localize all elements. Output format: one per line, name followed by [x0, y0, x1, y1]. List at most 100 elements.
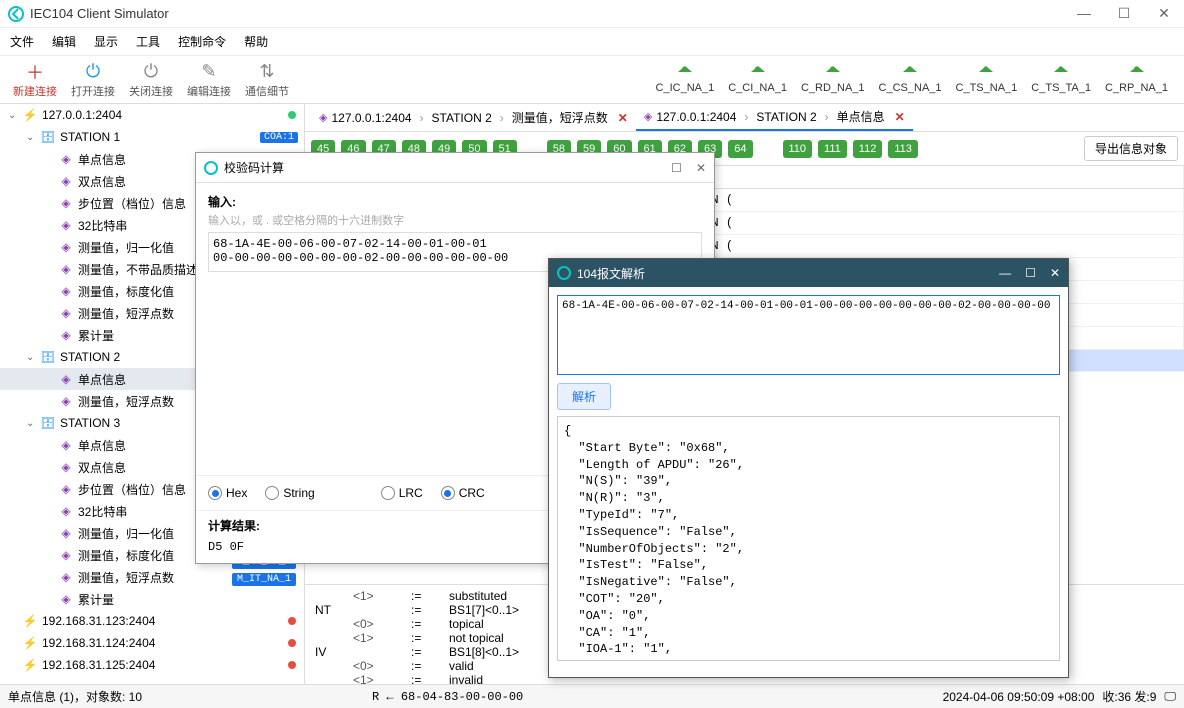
tree-node-icon: ◈ — [58, 548, 74, 562]
tree-node-icon: ◈ — [58, 174, 74, 188]
tree-node-icon: ⚡ — [22, 658, 38, 672]
power-icon: ⏻ — [86, 61, 100, 83]
status-counts: 收:36 发:9 — [1102, 688, 1156, 705]
tree-item[interactable]: ⌄⚡127.0.0.1:2404 — [0, 104, 304, 126]
radio-hex[interactable]: Hex — [208, 486, 247, 500]
tree-node-icon: 🗄 — [40, 350, 56, 364]
parse-dialog-title[interactable]: 104报文解析 — ☐ ✕ — [549, 259, 1068, 287]
parse-dialog: 104报文解析 — ☐ ✕ 68-1A-4E-00-06-00-07-02-14… — [548, 258, 1069, 678]
parse-close-button[interactable]: ✕ — [1050, 266, 1060, 280]
tree-node-icon: ◈ — [58, 460, 74, 474]
checksum-maximize-button[interactable]: ☐ — [671, 161, 682, 175]
radio-lrc[interactable]: LRC — [381, 486, 423, 500]
status-left: 单点信息 (1)，对象数: 10 — [8, 688, 142, 705]
proto-C_IC_NA_1[interactable]: C_IC_NA_1 — [656, 66, 715, 94]
tree-label: 测量值，短浮点数 — [78, 569, 174, 586]
tree-node-icon: ◈ — [58, 218, 74, 232]
tree-node-icon: ◈ — [58, 482, 74, 496]
tree-node-icon: ⚡ — [22, 614, 38, 628]
tool-new-connection[interactable]: ＋ 新建连接 — [6, 61, 64, 99]
proto-C_CS_NA_1[interactable]: C_CS_NA_1 — [879, 66, 942, 94]
export-button[interactable]: 导出信息对象 — [1084, 136, 1178, 161]
tree-node-icon: ◈ — [58, 152, 74, 166]
tree-node-icon: ◈ — [58, 570, 74, 584]
status-time: 2024-04-06 09:50:09 +08:00 — [943, 690, 1095, 704]
proto-C_TS_NA_1[interactable]: C_TS_NA_1 — [956, 66, 1018, 94]
tree-label: STATION 1 — [60, 130, 120, 144]
tree-label: 192.168.31.123:2404 — [42, 614, 155, 628]
parse-output[interactable]: { "Start Byte": "0x68", "Length of APDU"… — [557, 416, 1060, 661]
radio-crc[interactable]: CRC — [441, 486, 485, 500]
radio-string[interactable]: String — [265, 486, 314, 500]
checksum-dialog-title[interactable]: 校验码计算 ☐ ✕ — [196, 153, 714, 183]
tree-label: 192.168.31.125:2404 — [42, 658, 155, 672]
tool-close-connection[interactable]: ⏻ 关闭连接 — [122, 61, 180, 99]
tree-label: 步位置（档位）信息 — [78, 195, 186, 212]
menu-help[interactable]: 帮助 — [244, 33, 268, 50]
num-button-113[interactable]: 113 — [888, 140, 918, 158]
tree-item[interactable]: ◈累计量 — [0, 588, 304, 610]
tool-edit-connection[interactable]: ✎ 编辑连接 — [180, 61, 238, 99]
checksum-input-hint: 输入以，或 . 或空格分隔的十六进制数字 — [208, 212, 702, 228]
window-title: IEC104 Client Simulator — [30, 6, 1072, 21]
tree-label: 测量值，标度化值 — [78, 547, 174, 564]
window-controls: — ☐ ✕ — [1072, 5, 1176, 22]
tree-label: STATION 2 — [60, 350, 120, 364]
tree-item[interactable]: ⚡ 192.168.31.123:2404 — [0, 610, 304, 632]
num-button-64[interactable]: 64 — [728, 140, 752, 158]
checksum-input-label: 输入: — [208, 193, 702, 210]
menu-control[interactable]: 控制命令 — [178, 33, 226, 50]
close-button[interactable]: ✕ — [1152, 5, 1176, 22]
house-icon — [749, 66, 767, 80]
status-dot-red — [288, 661, 296, 669]
tab[interactable]: ◈127.0.0.1:2404›STATION 2›测量值，短浮点数✕ — [311, 105, 636, 131]
menu-tools[interactable]: 工具 — [136, 33, 160, 50]
tree-item[interactable]: ⚡ 192.168.31.125:2404 — [0, 654, 304, 676]
tab-close-icon[interactable]: ✕ — [895, 110, 905, 124]
tab-close-icon[interactable]: ✕ — [618, 111, 628, 125]
parse-input[interactable]: 68-1A-4E-00-06-00-07-02-14-00-01-00-01-0… — [557, 295, 1060, 375]
tree-label: 测量值，标度化值 — [78, 283, 174, 300]
tree-node-icon: ⚡ — [22, 636, 38, 650]
tree-item[interactable]: ⚡192.168.31.124:2404 — [0, 632, 304, 654]
num-button-111[interactable]: 111 — [818, 140, 847, 158]
house-icon — [1052, 66, 1070, 80]
menu-display[interactable]: 显示 — [94, 33, 118, 50]
tree-toggle-icon[interactable]: ⌄ — [26, 352, 40, 363]
checksum-close-button[interactable]: ✕ — [696, 161, 706, 175]
tree-toggle-icon[interactable]: ⌄ — [26, 132, 40, 143]
tree-toggle-icon[interactable]: ⌄ — [8, 110, 22, 121]
tab[interactable]: ◈127.0.0.1:2404›STATION 2›单点信息✕ — [636, 105, 913, 131]
minimize-button[interactable]: — — [1072, 5, 1096, 22]
tool-comm-detail[interactable]: ⇅ 通信细节 — [238, 61, 296, 99]
transfer-icon: ⇅ — [259, 61, 274, 83]
house-icon — [1128, 66, 1146, 80]
maximize-button[interactable]: ☐ — [1112, 5, 1136, 22]
app-icon — [8, 6, 24, 22]
proto-C_CI_NA_1[interactable]: C_CI_NA_1 — [728, 66, 787, 94]
tree-node-icon: ◈ — [58, 438, 74, 452]
num-button-112[interactable]: 112 — [853, 140, 883, 158]
tree-toggle-icon[interactable]: ⌄ — [26, 418, 40, 429]
parse-button[interactable]: 解析 — [557, 383, 611, 410]
parse-minimize-button[interactable]: — — [999, 266, 1011, 280]
menubar: 文件 编辑 显示 工具 控制命令 帮助 — [0, 28, 1184, 56]
num-button-110[interactable]: 110 — [783, 140, 813, 158]
tool-open-connection[interactable]: ⏻ 打开连接 — [64, 61, 122, 99]
tree-label: 测量值，归一化值 — [78, 525, 174, 542]
status-monitor-icon[interactable]: 🖵 — [1164, 689, 1176, 704]
proto-C_RD_NA_1[interactable]: C_RD_NA_1 — [801, 66, 865, 94]
tree-node-icon: ⚡ — [22, 108, 38, 122]
tree-label: 测量值，短浮点数 — [78, 393, 174, 410]
parse-maximize-button[interactable]: ☐ — [1025, 266, 1036, 280]
tree-label: 累计量 — [78, 591, 114, 608]
proto-C_RP_NA_1[interactable]: C_RP_NA_1 — [1105, 66, 1168, 94]
statusbar: 单点信息 (1)，对象数: 10 R ← 68-04-83-00-00-00 2… — [0, 684, 1184, 708]
tree-item[interactable]: ⌄🗄STATION 1COA:1 — [0, 126, 304, 148]
status-dot-green — [288, 111, 296, 119]
status-mid: R ← 68-04-83-00-00-00 — [372, 690, 523, 704]
tree-node-icon: ◈ — [58, 306, 74, 320]
menu-file[interactable]: 文件 — [10, 33, 34, 50]
proto-C_TS_TA_1[interactable]: C_TS_TA_1 — [1031, 66, 1091, 94]
menu-edit[interactable]: 编辑 — [52, 33, 76, 50]
